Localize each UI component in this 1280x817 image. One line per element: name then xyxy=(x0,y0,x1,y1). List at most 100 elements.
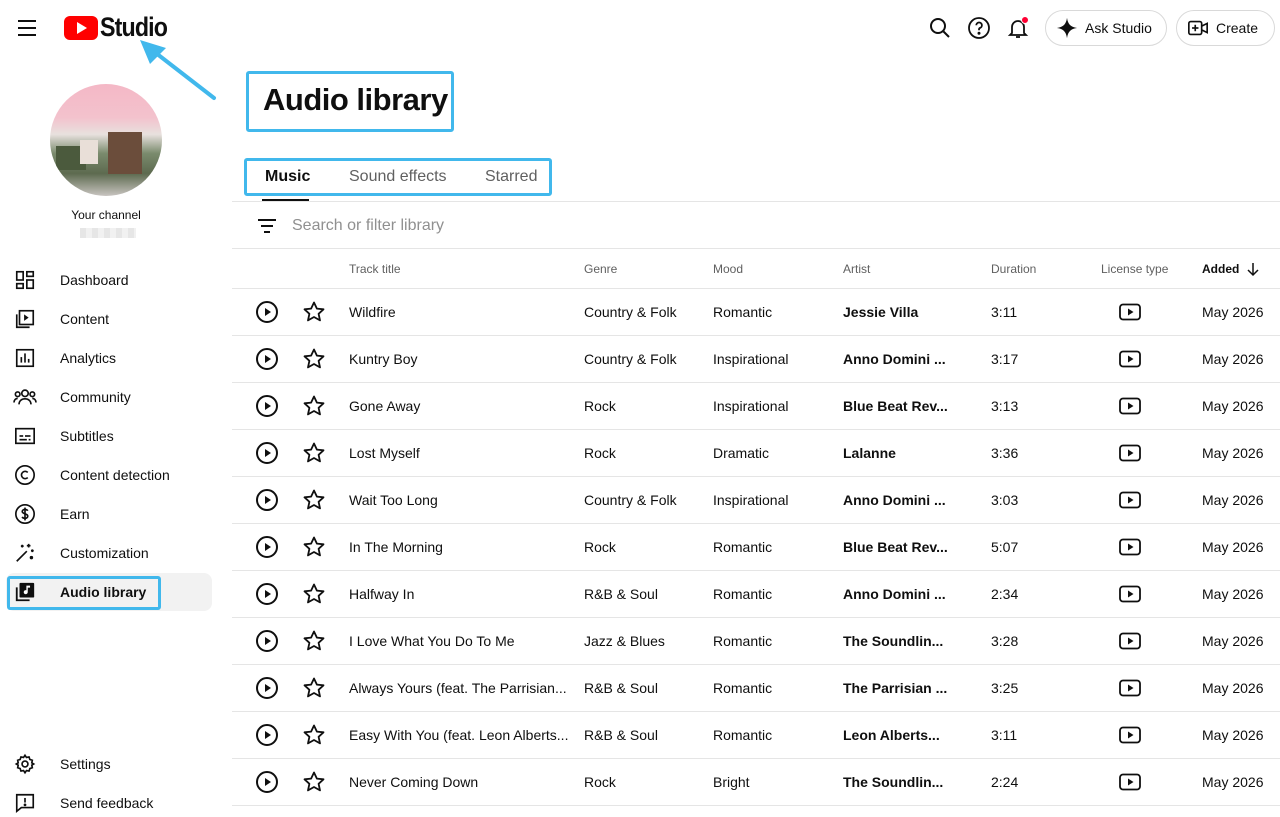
star-icon[interactable] xyxy=(302,676,326,700)
tab-music[interactable]: Music xyxy=(265,168,310,186)
table-row[interactable]: In The Morning Rock Romantic Blue Beat R… xyxy=(232,524,1280,571)
track-title: Wildfire xyxy=(349,304,396,320)
track-artist[interactable]: Jessie Villa xyxy=(843,289,973,335)
channel-avatar[interactable] xyxy=(50,84,162,196)
star-icon[interactable] xyxy=(302,582,326,606)
table-row[interactable]: Gone Away Rock Inspirational Blue Beat R… xyxy=(232,383,1280,430)
track-artist[interactable]: The Soundlin... xyxy=(843,759,973,805)
sidebar-item-settings[interactable]: Settings xyxy=(6,745,212,783)
track-genre: Country & Folk xyxy=(584,351,677,367)
track-genre: Rock xyxy=(584,774,616,790)
play-icon[interactable] xyxy=(255,394,279,418)
track-duration: 3:13 xyxy=(991,398,1019,414)
star-icon[interactable] xyxy=(302,488,326,512)
audio-library-icon xyxy=(6,581,44,603)
play-icon[interactable] xyxy=(255,582,279,606)
play-icon[interactable] xyxy=(255,676,279,700)
track-added: May 2026 xyxy=(1202,680,1264,696)
column-header-duration[interactable]: Duration xyxy=(991,262,1036,276)
tab-sound-effects[interactable]: Sound effects xyxy=(349,168,447,186)
play-icon[interactable] xyxy=(255,770,279,794)
sidebar-item-send-feedback[interactable]: Send feedback xyxy=(6,784,212,817)
youtube-license-icon xyxy=(1119,491,1141,509)
track-artist[interactable]: Blue Beat Rev... xyxy=(843,383,973,429)
sidebar-item-label: Dashboard xyxy=(60,272,129,288)
filter-icon[interactable] xyxy=(256,216,278,236)
sidebar-item-content[interactable]: Content xyxy=(6,300,212,338)
track-mood: Romantic xyxy=(713,680,773,696)
star-icon[interactable] xyxy=(302,770,326,794)
track-duration: 2:34 xyxy=(991,586,1019,602)
star-icon[interactable] xyxy=(302,723,326,747)
sidebar-item-community[interactable]: Community xyxy=(6,378,212,416)
ask-studio-label: Ask Studio xyxy=(1085,20,1152,36)
channel-handle-blurred xyxy=(80,228,136,238)
sidebar-item-subtitles[interactable]: Subtitles xyxy=(6,417,212,455)
tab-starred[interactable]: Starred xyxy=(485,168,537,186)
table-row[interactable]: Easy With You (feat. Leon Alberts... R&B… xyxy=(232,712,1280,759)
sidebar-item-analytics[interactable]: Analytics xyxy=(6,339,212,377)
sidebar-item-label: Community xyxy=(60,389,131,405)
star-icon[interactable] xyxy=(302,347,326,371)
sidebar-item-earn[interactable]: Earn xyxy=(6,495,212,533)
track-duration: 3:25 xyxy=(991,680,1019,696)
star-icon[interactable] xyxy=(302,441,326,465)
table-row[interactable]: Kuntry Boy Country & Folk Inspirational … xyxy=(232,336,1280,383)
track-artist[interactable]: Leon Alberts... xyxy=(843,712,973,758)
track-artist[interactable]: Anno Domini ... xyxy=(843,477,973,523)
sidebar-item-dashboard[interactable]: Dashboard xyxy=(6,261,212,299)
column-header-added[interactable]: Added xyxy=(1202,261,1261,277)
track-added: May 2026 xyxy=(1202,304,1264,320)
sidebar-item-label: Settings xyxy=(60,756,111,772)
track-artist[interactable]: Anno Domini ... xyxy=(843,336,973,382)
create-button[interactable]: Create xyxy=(1176,10,1276,46)
create-video-icon xyxy=(1188,20,1208,36)
star-icon[interactable] xyxy=(302,300,326,324)
column-header-genre[interactable]: Genre xyxy=(584,262,617,276)
play-icon[interactable] xyxy=(255,629,279,653)
help-icon[interactable] xyxy=(963,12,995,44)
youtube-license-icon xyxy=(1119,303,1141,321)
track-added: May 2026 xyxy=(1202,492,1264,508)
track-artist[interactable]: The Parrisian ... xyxy=(843,665,973,711)
table-row[interactable]: Always Yours (feat. The Parrisian... R&B… xyxy=(232,665,1280,712)
table-row[interactable]: I Love What You Do To Me Jazz & Blues Ro… xyxy=(232,618,1280,665)
play-icon[interactable] xyxy=(255,347,279,371)
menu-icon[interactable] xyxy=(14,14,42,42)
sidebar-item-content-detection[interactable]: Content detection xyxy=(6,456,212,494)
star-icon[interactable] xyxy=(302,535,326,559)
star-icon[interactable] xyxy=(302,394,326,418)
column-header-track-title[interactable]: Track title xyxy=(349,262,401,276)
ask-studio-button[interactable]: Ask Studio xyxy=(1045,10,1167,46)
youtube-license-icon xyxy=(1119,773,1141,791)
table-row[interactable]: Halfway In R&B & Soul Romantic Anno Domi… xyxy=(232,571,1280,618)
track-artist[interactable]: Lalanne xyxy=(843,430,973,476)
table-row[interactable]: Wildfire Country & Folk Romantic Jessie … xyxy=(232,289,1280,336)
notifications-bell-icon[interactable] xyxy=(1002,12,1034,44)
sidebar-item-audio-library[interactable]: Audio library xyxy=(6,573,212,611)
play-icon[interactable] xyxy=(255,300,279,324)
star-icon[interactable] xyxy=(302,629,326,653)
sidebar-item-customization[interactable]: Customization xyxy=(6,534,212,572)
play-icon[interactable] xyxy=(255,535,279,559)
notification-badge xyxy=(1021,16,1029,24)
column-header-mood[interactable]: Mood xyxy=(713,262,743,276)
search-input[interactable] xyxy=(292,212,892,240)
table-row[interactable]: Lost Myself Rock Dramatic Lalanne 3:36 M… xyxy=(232,430,1280,477)
track-artist[interactable]: Blue Beat Rev... xyxy=(843,524,973,570)
column-header-artist[interactable]: Artist xyxy=(843,262,870,276)
track-mood: Romantic xyxy=(713,304,773,320)
play-icon[interactable] xyxy=(255,488,279,512)
play-icon[interactable] xyxy=(255,441,279,465)
youtube-license-icon xyxy=(1119,679,1141,697)
table-row[interactable]: Never Coming Down Rock Bright The Soundl… xyxy=(232,759,1280,806)
track-artist[interactable]: The Soundlin... xyxy=(843,618,973,664)
track-mood: Romantic xyxy=(713,539,773,555)
page-title: Audio library xyxy=(263,82,448,117)
table-row[interactable]: Wait Too Long Country & Folk Inspiration… xyxy=(232,477,1280,524)
gear-icon xyxy=(6,753,44,775)
play-icon[interactable] xyxy=(255,723,279,747)
track-added: May 2026 xyxy=(1202,727,1264,743)
track-artist[interactable]: Anno Domini ... xyxy=(843,571,973,617)
search-icon[interactable] xyxy=(924,12,956,44)
